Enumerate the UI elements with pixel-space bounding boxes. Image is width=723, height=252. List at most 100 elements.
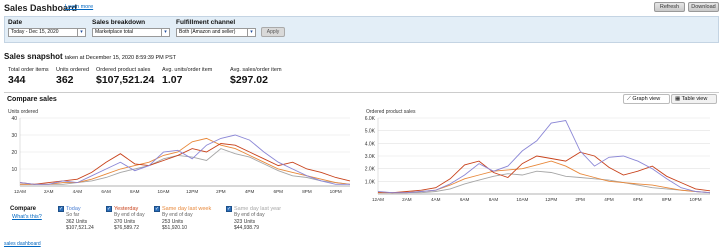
metric-label: Avg. sales/order item (230, 67, 282, 73)
y-tick-label: 10 (11, 167, 17, 173)
ordered-product-sales-plot: 6.0K 5.0K 4.0K 3.0K 2.0K 1.0K 12AM 2AM 4AM 6AM 8AM… (365, 116, 711, 202)
sales-breakdown-select[interactable]: Marketplace total ▾ (92, 28, 170, 37)
sales-breakdown-label: Sales breakdown (92, 19, 146, 26)
legend-subtitle: So far (66, 212, 80, 218)
y-tick-label: 4.0K (365, 141, 376, 147)
metric-total-order-items: Total order items 344 (8, 67, 49, 86)
x-tick-label: 2PM (575, 197, 585, 202)
chevron-down-icon: ▾ (161, 29, 169, 36)
fulfillment-channel-value: Both (Amazon and seller) (179, 29, 236, 35)
units-ordered-plot: 40 30 20 10 12AM 2AM 4AM 6AM 8AM 10AM 12PM 2PM 4PM 6P… (11, 116, 351, 194)
x-tick-label: 4AM (73, 189, 83, 194)
y-tick-label: 40 (11, 116, 17, 122)
metric-value: 362 (56, 74, 74, 86)
metric-value: $297.02 (230, 74, 268, 86)
metric-avg-sales-per-order-item: Avg. sales/order item $297.02 (230, 67, 282, 86)
table-view-button[interactable]: ▦ Table view (671, 94, 717, 104)
top-bar: Sales Dashboard Learn more Refresh Downl… (0, 0, 723, 15)
checkbox-yesterday[interactable]: ✓ (106, 206, 112, 212)
sales-snapshot-title: Sales snapshot (4, 52, 63, 61)
checkbox-same-day-last-year[interactable]: ✓ (226, 206, 232, 212)
sales-breakdown-value: Marketplace total (95, 29, 134, 35)
metric-label: Total order items (8, 67, 49, 73)
checkbox-today[interactable]: ✓ (58, 206, 64, 212)
metric-ordered-product-sales: Ordered product sales $107,521.24 (96, 67, 154, 86)
filters-panel: Date Today - Dec 15, 2020 ▾ Sales breakd… (4, 16, 719, 43)
x-tick-label: 10AM (516, 197, 528, 202)
x-tick-label: 8PM (662, 197, 672, 202)
metric-label: Ordered product sales (96, 67, 151, 73)
checkbox-same-day-last-week[interactable]: ✓ (154, 206, 160, 212)
whats-this-link[interactable]: What's this? (12, 214, 42, 220)
x-tick-label: 2PM (216, 189, 226, 194)
metric-avg-units-per-order-item: Avg. units/order item 1.07 (162, 67, 212, 86)
series-line-same-day-last-week (20, 137, 351, 185)
fulfillment-channel-label: Fulfillment channel (176, 19, 236, 26)
legend-sales: $51,920.10 (162, 225, 188, 231)
y-tick-label: 20 (11, 150, 17, 156)
legend-subtitle: By end of day (162, 212, 193, 218)
metric-value: 1.07 (162, 74, 183, 86)
chevron-down-icon: ▾ (247, 29, 255, 36)
date-select[interactable]: Today - Dec 15, 2020 ▾ (8, 28, 86, 37)
compare-sales-header: Compare sales ⟋ Graph view ▦ Table view (4, 92, 719, 106)
x-tick-label: 8AM (130, 189, 140, 194)
metric-label: Avg. units/order item (162, 67, 213, 73)
table-icon: ▦ (675, 96, 682, 102)
x-tick-label: 10PM (330, 189, 342, 194)
series-line-today (377, 119, 711, 194)
table-view-label: Table view (681, 96, 708, 102)
learn-more-link[interactable]: Learn more (65, 4, 93, 10)
units-ordered-chart: Units ordered 40 30 20 10 12AM 2AM 4AM 6AM 8AM 10… (4, 108, 354, 204)
x-tick-label: 6AM (460, 197, 470, 202)
snapshot-timestamp: taken at December 15, 2020 8:59:39 PM PS… (64, 55, 176, 61)
x-tick-label: 12AM (372, 197, 384, 202)
x-tick-label: 4PM (604, 197, 614, 202)
compare-label: Compare (10, 206, 37, 212)
date-select-value: Today - Dec 15, 2020 (11, 29, 59, 35)
x-tick-label: 8AM (489, 197, 499, 202)
metric-units-ordered: Units ordered 362 (56, 67, 89, 86)
x-tick-label: 10PM (690, 197, 702, 202)
x-tick-label: 2AM (402, 197, 412, 202)
apply-button[interactable]: Apply (261, 27, 285, 37)
x-tick-label: 8PM (302, 189, 312, 194)
date-label: Date (8, 19, 23, 26)
x-tick-label: 12PM (186, 189, 198, 194)
series-line-same-day-last-year (20, 148, 351, 185)
series-line-yesterday (19, 143, 351, 185)
x-tick-label: 2AM (44, 189, 54, 194)
graph-view-label: Graph view (632, 96, 661, 102)
compare-sales-title: Compare sales (7, 96, 57, 103)
legend-subtitle: By end of day (234, 212, 265, 218)
x-tick-label: 4AM (431, 197, 441, 202)
x-tick-label: 10AM (157, 189, 169, 194)
fulfillment-channel-select[interactable]: Both (Amazon and seller) ▾ (176, 28, 256, 37)
refresh-button[interactable]: Refresh (654, 2, 685, 12)
x-tick-label: 12AM (14, 189, 26, 194)
y-tick-label: 6.0K (365, 116, 376, 122)
y-tick-label: 5.0K (365, 129, 376, 135)
x-tick-label: 6PM (274, 189, 284, 194)
chevron-down-icon: ▾ (77, 29, 85, 36)
x-tick-label: 6PM (633, 197, 643, 202)
x-tick-label: 6AM (101, 189, 111, 194)
sales-dashboard-footer-link[interactable]: sales dashboard (4, 241, 41, 247)
y-tick-label: 3.0K (365, 154, 376, 160)
legend-sales: $76,589.72 (114, 225, 140, 231)
compare-legend: Compare What's this? ✓ Today So far 362 … (4, 204, 304, 239)
y-tick-label: 30 (11, 133, 17, 139)
graph-view-button[interactable]: ⟋ Graph view (623, 94, 670, 104)
legend-sales: $107,521.24 (66, 225, 94, 231)
y-tick-label: 2.0K (365, 167, 376, 173)
legend-sales: $44,938.79 (234, 225, 260, 231)
y-tick-label: 1.0K (365, 179, 376, 185)
sales-snapshot-header: Sales snapshot taken at December 15, 2020… (4, 52, 176, 61)
x-tick-label: 12PM (545, 197, 557, 202)
x-tick-label: 4PM (245, 189, 255, 194)
metric-label: Units ordered (56, 67, 90, 73)
metric-value: 344 (8, 74, 26, 86)
ordered-product-sales-chart: Ordered product sales 6.0K 5.0K 4.0K 3.0K 2.… (364, 108, 718, 204)
download-button[interactable]: Download (688, 2, 719, 12)
legend-subtitle: By end of day (114, 212, 145, 218)
